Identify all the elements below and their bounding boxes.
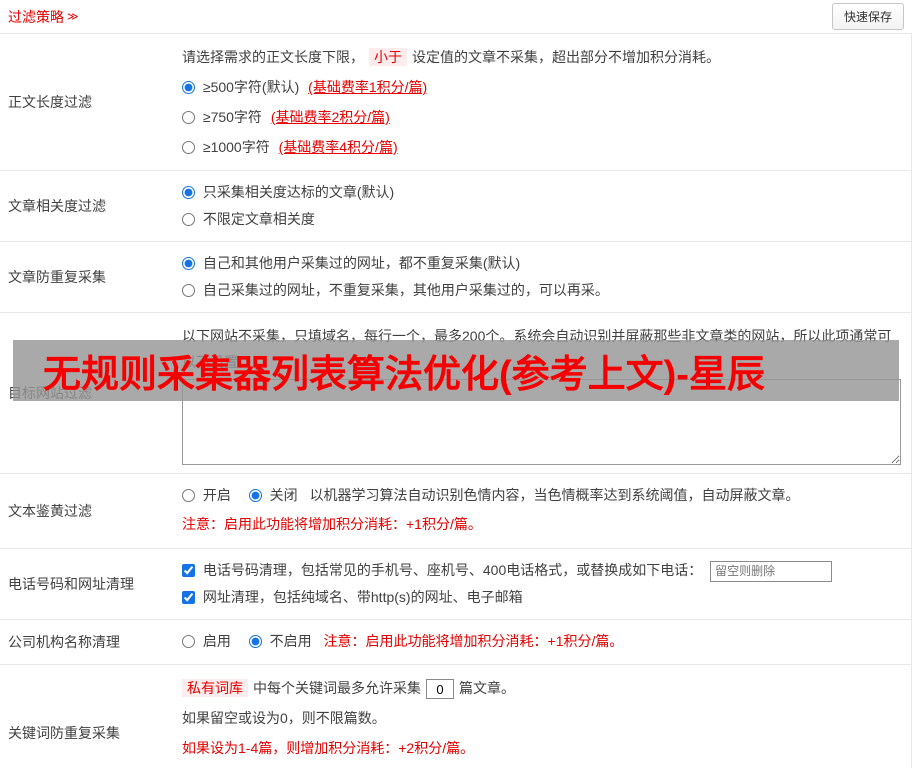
phone-clean-checkbox[interactable]	[182, 564, 195, 577]
porn-filter-on-radio[interactable]	[182, 489, 195, 502]
porn-filter-off-radio[interactable]	[248, 489, 262, 502]
row-porn-filter: 文本鉴黄过滤 开启 关闭 以机器学习算法自动识别色情内容，当色情概率达到系统阈值…	[0, 474, 911, 549]
page-title[interactable]: 过滤策略 ≫	[8, 7, 79, 27]
company-clean-options-line: 启用 不启用 注意：启用此功能将增加积分消耗：+1积分/篇。	[182, 628, 901, 655]
company-clean-off-label: 不启用	[269, 633, 312, 649]
length-option-1000-fee: (基础费率4积分/篇)	[278, 139, 398, 155]
porn-filter-desc: 以机器学习算法自动识别色情内容，当色情概率达到系统阈值，自动屏蔽文章。	[309, 487, 800, 503]
keyword-dedup-line1-mid: 中每个关键词最多允许采集	[253, 680, 421, 696]
url-clean-option[interactable]: 网址清理，包括纯域名、带http(s)的网址、电子邮箱	[182, 589, 523, 605]
company-clean-content: 启用 不启用 注意：启用此功能将增加积分消耗：+1积分/篇。	[170, 620, 911, 664]
length-filter-intro: 请选择需求的正文长度下限， 小于 设定值的文章不采集，超出部分不增加积分消耗。	[182, 42, 901, 72]
length-option-500-line: ≥500字符(默认) (基础费率1积分/篇)	[182, 72, 901, 102]
length-option-750-line: ≥750字符 (基础费率2积分/篇)	[182, 102, 901, 132]
dedup-option-global-label: 自己和其他用户采集过的网址，都不重复采集(默认)	[202, 255, 521, 271]
porn-filter-options-line: 开启 关闭 以机器学习算法自动识别色情内容，当色情概率达到系统阈值，自动屏蔽文章…	[182, 482, 901, 509]
porn-filter-on-label: 开启	[202, 487, 231, 503]
length-intro-highlight: 小于	[369, 48, 407, 66]
keyword-dedup-content: 私有词库中每个关键词最多允许采集 篇文章。 如果留空或设为0，则不限篇数。 如果设…	[170, 665, 911, 768]
length-option-750-fee: (基础费率2积分/篇)	[270, 109, 390, 125]
row-length-filter: 正文长度过滤 请选择需求的正文长度下限， 小于 设定值的文章不采集，超出部分不增加积…	[0, 34, 911, 171]
length-option-1000[interactable]: ≥1000字符	[182, 139, 274, 155]
length-option-500-fee: (基础费率1积分/篇)	[308, 79, 428, 95]
dedup-option-self-radio[interactable]	[182, 284, 195, 297]
row-company-clean: 公司机构名称清理 启用 不启用 注意：启用此功能将增加积分消耗：+1积分/篇。	[0, 620, 911, 665]
length-filter-content: 请选择需求的正文长度下限， 小于 设定值的文章不采集，超出部分不增加积分消耗。 ≥5…	[170, 34, 911, 170]
relevance-option-strict[interactable]: 只采集相关度达标的文章(默认)	[182, 184, 394, 200]
dedup-collect-label: 文章防重复采集	[8, 269, 106, 285]
company-clean-on-label: 启用	[202, 633, 231, 649]
company-clean-off-radio[interactable]	[248, 635, 262, 648]
url-clean-label: 网址清理，包括纯域名、带http(s)的网址、电子邮箱	[202, 589, 523, 605]
relevance-option-any-radio[interactable]	[182, 213, 195, 226]
keyword-dedup-line3: 如果设为1-4篇，则增加积分消耗：+2积分/篇。	[182, 740, 475, 756]
dedup-option-2-line: 自己采集过的网址，不重复采集，其他用户采集过的，可以再采。	[182, 277, 901, 304]
length-option-750-radio[interactable]	[182, 111, 195, 124]
url-clean-line: 网址清理，包括纯域名、带http(s)的网址、电子邮箱	[182, 584, 901, 611]
company-clean-label: 公司机构名称清理	[8, 634, 120, 650]
relevance-filter-label: 文章相关度过滤	[8, 198, 106, 214]
dedup-option-self-label: 自己采集过的网址，不重复采集，其他用户采集过的，可以再采。	[202, 282, 609, 298]
company-clean-off[interactable]: 不启用	[248, 633, 316, 649]
keyword-max-count-input[interactable]	[426, 679, 454, 700]
length-option-1000-label: ≥1000字符	[202, 139, 270, 155]
company-clean-note: 注意：启用此功能将增加积分消耗：+1积分/篇。	[323, 633, 624, 649]
url-clean-checkbox[interactable]	[182, 591, 195, 604]
dedup-option-global-radio[interactable]	[182, 257, 195, 270]
porn-filter-off-label: 关闭	[269, 487, 298, 503]
keyword-dedup-line4: 如果设为5篇或以上，也不会额外增加积分消耗。注意事项≫	[182, 763, 901, 768]
private-lexicon-highlight: 私有词库	[182, 679, 248, 697]
dedup-collect-content: 自己和其他用户采集过的网址，都不重复采集(默认) 自己采集过的网址，不重复采集，…	[170, 242, 911, 312]
phone-clean-option[interactable]: 电话号码清理，包括常见的手机号、座机号、400电话格式，或替换成如下电话：	[182, 562, 706, 578]
keyword-dedup-line2: 如果留空或设为0，则不限篇数。	[182, 710, 386, 726]
row-keyword-dedup: 关键词防重复采集 私有词库中每个关键词最多允许采集 篇文章。 如果留空或设为0，则…	[0, 665, 911, 768]
porn-filter-on[interactable]: 开启	[182, 487, 235, 503]
settings-table: 正文长度过滤 请选择需求的正文长度下限， 小于 设定值的文章不采集，超出部分不增加积…	[0, 34, 912, 768]
quick-save-button[interactable]: 快速保存	[831, 3, 904, 30]
keyword-dedup-line1: 私有词库中每个关键词最多允许采集 篇文章。	[182, 673, 901, 703]
porn-filter-content: 开启 关闭 以机器学习算法自动识别色情内容，当色情概率达到系统阈值，自动屏蔽文章…	[170, 474, 911, 548]
length-option-500[interactable]: ≥500字符(默认)	[182, 79, 303, 95]
watermark-text: 无规则采集器列表算法优化(参考上文)-星辰	[43, 354, 765, 396]
porn-filter-label: 文本鉴黄过滤	[8, 503, 92, 519]
row-relevance-filter: 文章相关度过滤 只采集相关度达标的文章(默认) 不限定文章相关度	[0, 171, 911, 242]
relevance-option-any-label: 不限定文章相关度	[202, 211, 315, 227]
phone-clean-label: 电话号码清理，包括常见的手机号、座机号、400电话格式，或替换成如下电话：	[202, 562, 703, 578]
length-intro-pre: 请选择需求的正文长度下限，	[182, 49, 364, 65]
length-intro-post: 设定值的文章不采集，超出部分不增加积分消耗。	[412, 49, 720, 65]
relevance-option-1-line: 只采集相关度达标的文章(默认)	[182, 179, 901, 206]
phone-clean-line: 电话号码清理，包括常见的手机号、座机号、400电话格式，或替换成如下电话：	[182, 557, 901, 584]
porn-filter-off[interactable]: 关闭	[248, 487, 302, 503]
relevance-option-2-line: 不限定文章相关度	[182, 206, 901, 233]
length-option-500-label: ≥500字符(默认)	[202, 79, 300, 95]
length-option-500-radio[interactable]	[182, 81, 195, 94]
watermark-banner: 无规则采集器列表算法优化(参考上文)-星辰	[13, 340, 899, 401]
relevance-option-strict-label: 只采集相关度达标的文章(默认)	[202, 184, 395, 200]
length-option-1000-line: ≥1000字符 (基础费率4积分/篇)	[182, 132, 901, 162]
phone-replace-input[interactable]	[710, 560, 833, 582]
filter-strategy-page: 过滤策略 ≫ 快速保存 正文长度过滤 请选择需求的正文长度下限， 小于 设定值的文章…	[0, 0, 912, 768]
dedup-option-self[interactable]: 自己采集过的网址，不重复采集，其他用户采集过的，可以再采。	[182, 282, 609, 298]
phone-url-clean-content: 电话号码清理，包括常见的手机号、座机号、400电话格式，或替换成如下电话： 网址…	[170, 549, 911, 619]
dedup-option-global[interactable]: 自己和其他用户采集过的网址，都不重复采集(默认)	[182, 255, 520, 271]
length-option-750-label: ≥750字符	[202, 109, 262, 125]
topbar: 过滤策略 ≫ 快速保存	[0, 0, 912, 34]
length-option-1000-radio[interactable]	[182, 141, 195, 154]
keyword-dedup-line1-post: 篇文章。	[459, 680, 515, 696]
length-option-750[interactable]: ≥750字符	[182, 109, 266, 125]
company-clean-on[interactable]: 启用	[182, 633, 235, 649]
relevance-option-any[interactable]: 不限定文章相关度	[182, 211, 315, 227]
row-phone-url-clean: 电话号码和网址清理 电话号码清理，包括常见的手机号、座机号、400电话格式，或替…	[0, 549, 911, 620]
keyword-dedup-label: 关键词防重复采集	[8, 725, 120, 741]
relevance-filter-content: 只采集相关度达标的文章(默认) 不限定文章相关度	[170, 171, 911, 241]
phone-url-clean-label: 电话号码和网址清理	[8, 576, 134, 592]
row-dedup-collect: 文章防重复采集 自己和其他用户采集过的网址，都不重复采集(默认) 自己采集过的网…	[0, 242, 911, 313]
dedup-option-1-line: 自己和其他用户采集过的网址，都不重复采集(默认)	[182, 250, 901, 277]
relevance-option-strict-radio[interactable]	[182, 186, 195, 199]
double-chevron-icon: ≫	[67, 11, 79, 23]
porn-filter-note: 注意：启用此功能将增加积分消耗：+1积分/篇。	[182, 516, 482, 532]
page-title-text: 过滤策略	[8, 8, 64, 25]
length-filter-label: 正文长度过滤	[8, 94, 92, 110]
company-clean-on-radio[interactable]	[182, 635, 195, 648]
